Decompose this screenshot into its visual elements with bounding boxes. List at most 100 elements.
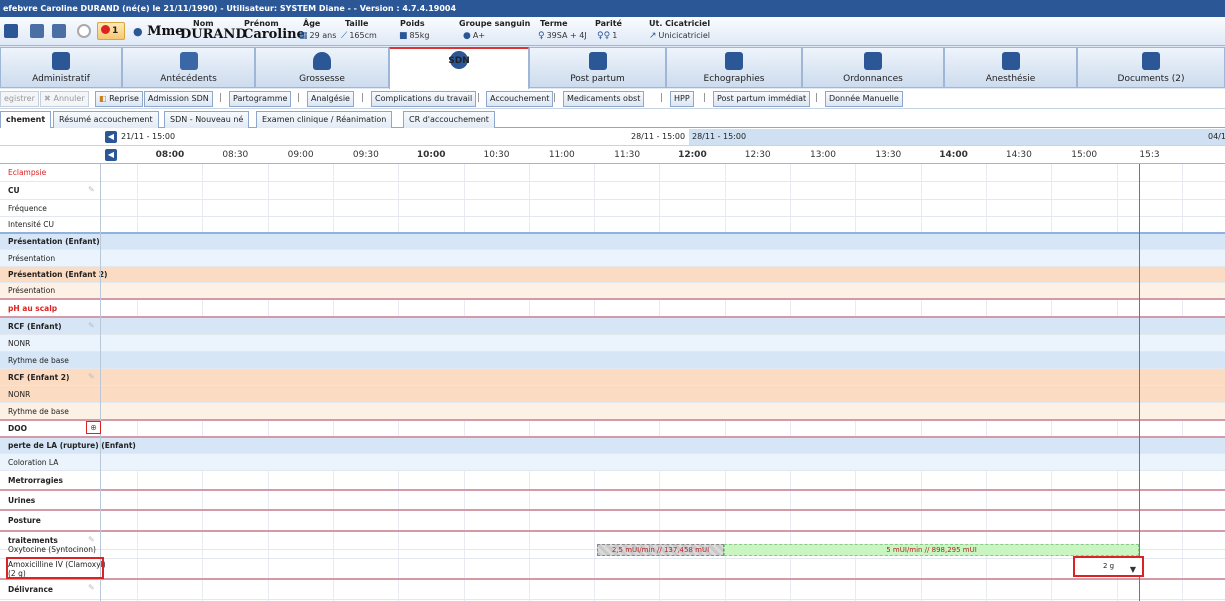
cancel-label: Annuler xyxy=(53,94,85,103)
anesthesia-monitor-icon xyxy=(1001,52,1020,70)
time-tick: 09:00 xyxy=(287,150,314,160)
print-icon[interactable] xyxy=(30,24,44,38)
previous-day-button[interactable]: ◀ xyxy=(105,131,117,143)
patient-nom: DURAND xyxy=(180,27,247,42)
row-nonr2[interactable]: NONR xyxy=(0,386,1225,403)
pregnant-woman-icon xyxy=(313,52,331,70)
exit-icon[interactable] xyxy=(4,24,18,38)
alert-button[interactable]: 1 xyxy=(97,22,125,40)
subtab-cr-accouchement[interactable]: CR d'accouchement xyxy=(403,111,495,128)
row-rythme[interactable]: Rythme de base xyxy=(0,352,1225,369)
oxytocine-bar-2[interactable]: 5 mUI/min // 898,295 mUI xyxy=(724,544,1139,556)
time-tick: 10:30 xyxy=(483,150,510,160)
toolbar-separator: | xyxy=(815,93,819,103)
id-card-icon xyxy=(52,52,70,70)
row-delivrance[interactable]: Délivrance ✎ xyxy=(0,580,1225,600)
amoxicilline-dose-marker[interactable]: 2 g ▼ xyxy=(1073,556,1144,577)
pregnant-icon: ♀ xyxy=(538,31,545,41)
oxytocine-bar-1[interactable]: 2,5 mUI/min // 137,458 mUI xyxy=(597,544,724,556)
subtab-examen-clinique[interactable]: Examen clinique / Réanimation xyxy=(256,111,393,128)
row-presentation2[interactable]: Présentation xyxy=(0,283,1225,300)
family-icon: ♀♀ xyxy=(597,31,611,41)
admission-sdn-button[interactable]: Admission SDN xyxy=(144,91,213,107)
cancel-button[interactable]: ✖ Annuler xyxy=(40,91,89,107)
row-presentation-enfant[interactable]: Présentation (Enfant) xyxy=(0,234,1225,250)
row-intensite-cu[interactable]: Intensité CU xyxy=(0,217,1225,234)
tab-ordonnances[interactable]: Ordonnances xyxy=(802,47,944,88)
tab-documents[interactable]: Documents (2) xyxy=(1077,47,1225,88)
partogramme-button[interactable]: Partogramme xyxy=(229,91,292,107)
subtab-resume-accouchement[interactable]: Résumé accouchement xyxy=(53,111,159,128)
ultrasound-icon xyxy=(725,52,743,70)
row-coloration-la[interactable]: Coloration LA xyxy=(0,454,1225,471)
time-tick: 14:30 xyxy=(1005,150,1032,160)
row-rcf-enfant2[interactable]: RCF (Enfant 2) ✎ xyxy=(0,369,1225,386)
medical-cross-icon xyxy=(864,52,882,70)
reprise-icon: ◧ xyxy=(99,94,110,103)
subtab-sdn-nouveau-ne[interactable]: SDN - Nouveau né xyxy=(164,111,250,128)
tab-echographies[interactable]: Echographies xyxy=(666,47,802,88)
reprise-button[interactable]: ◧ Reprise xyxy=(95,91,143,107)
complications-button[interactable]: Complications du travail xyxy=(371,91,477,107)
tab-post-partum[interactable]: Post partum xyxy=(529,47,666,88)
row-frequence[interactable]: Fréquence xyxy=(0,200,1225,217)
row-perte-la[interactable]: perte de LA (rupture) (Enfant) xyxy=(0,438,1225,454)
hpp-button[interactable]: HPP xyxy=(670,91,694,107)
row-presentation-enfant2[interactable]: Présentation (Enfant 2) xyxy=(0,267,1225,283)
tab-label: Administratif xyxy=(32,74,90,84)
time-tick: 14:00 xyxy=(939,150,968,160)
row-nonr[interactable]: NONR xyxy=(0,335,1225,352)
row-rythme2[interactable]: Rythme de base xyxy=(0,403,1225,421)
parite-label: Parité xyxy=(595,19,622,28)
row-posture[interactable]: Posture xyxy=(0,511,1225,532)
power-icon[interactable] xyxy=(77,24,91,38)
tab-label: Documents (2) xyxy=(1117,74,1185,84)
toolbar-separator: | xyxy=(553,93,557,103)
row-cu[interactable]: CU ✎ xyxy=(0,182,1225,200)
time-tick: 11:30 xyxy=(614,150,641,160)
save-button[interactable]: egistrer xyxy=(0,91,39,107)
analgesie-button[interactable]: Analgésie xyxy=(307,91,354,107)
tab-grossesse[interactable]: Grossesse xyxy=(255,47,389,88)
row-presentation[interactable]: Présentation xyxy=(0,250,1225,267)
module-tabs: Administratif Antécédents Grossesse SDN … xyxy=(0,46,1225,90)
previous-hours-button[interactable]: ◀ xyxy=(105,149,117,161)
patient-civility: ● Mme xyxy=(133,24,184,39)
app-window: efebvre Caroline DURAND (né(e) le 21/11/… xyxy=(0,0,1225,601)
post-partum-button[interactable]: Post partum immédiat xyxy=(713,91,811,107)
time-tick: 10:00 xyxy=(416,150,446,160)
tab-anesthesie[interactable]: Anesthésie xyxy=(944,47,1077,88)
timeline-hour-header: ◀ 08:00 08:30 09:00 09:30 10:00 10:30 11:00 11:… xyxy=(0,146,1225,164)
dropdown-arrow-icon: ▼ xyxy=(1129,565,1136,574)
subtab-accouchement[interactable]: chement xyxy=(0,111,52,129)
doo-add-icon[interactable]: ⊕ xyxy=(86,421,101,434)
terme-label: Terme xyxy=(540,19,568,28)
row-rcf-enfant[interactable]: RCF (Enfant) ✎ xyxy=(0,318,1225,335)
uterus-label: Ut. Cicatriciel xyxy=(649,19,711,28)
alert-icon xyxy=(101,25,110,34)
tab-label: Post partum xyxy=(570,74,625,84)
toolbar-separator: | xyxy=(477,93,481,103)
tab-sdn[interactable]: SDN xyxy=(389,47,529,90)
row-eclampsie[interactable]: Eclampsie xyxy=(0,164,1225,182)
patient-groupe: A+ xyxy=(472,31,486,40)
tab-administratif[interactable]: Administratif xyxy=(0,47,122,88)
medicaments-button[interactable]: Medicaments obst xyxy=(563,91,645,107)
time-tick: 11:00 xyxy=(548,150,575,160)
day2-end-label: 28/11 - 15:00 xyxy=(631,132,686,141)
row-doo[interactable]: DOO xyxy=(0,421,1225,438)
tab-antecedents[interactable]: Antécédents xyxy=(122,47,255,88)
toolbar-separator: | xyxy=(703,93,707,103)
row-metrorragies[interactable]: Metrorragies xyxy=(0,471,1225,491)
patient-uterus: Unicicatriciel xyxy=(658,31,711,40)
accouchement-button[interactable]: Accouchement xyxy=(486,91,554,107)
patient-poids: 85kg xyxy=(409,31,430,40)
groupe-label: Groupe sanguin xyxy=(459,19,531,28)
row-amoxicilline[interactable]: Amoxicilline IV (Clamoxyl) (2 g) xyxy=(0,559,1225,580)
print-preview-icon[interactable] xyxy=(52,24,66,38)
donnee-manuelle-button[interactable]: Donnée Manuelle xyxy=(825,91,903,107)
row-ph-scalp[interactable]: pH au scalp xyxy=(0,300,1225,318)
tab-label: Anesthésie xyxy=(985,74,1036,84)
row-urines[interactable]: Urines xyxy=(0,491,1225,511)
close-icon: ✖ xyxy=(44,94,54,103)
